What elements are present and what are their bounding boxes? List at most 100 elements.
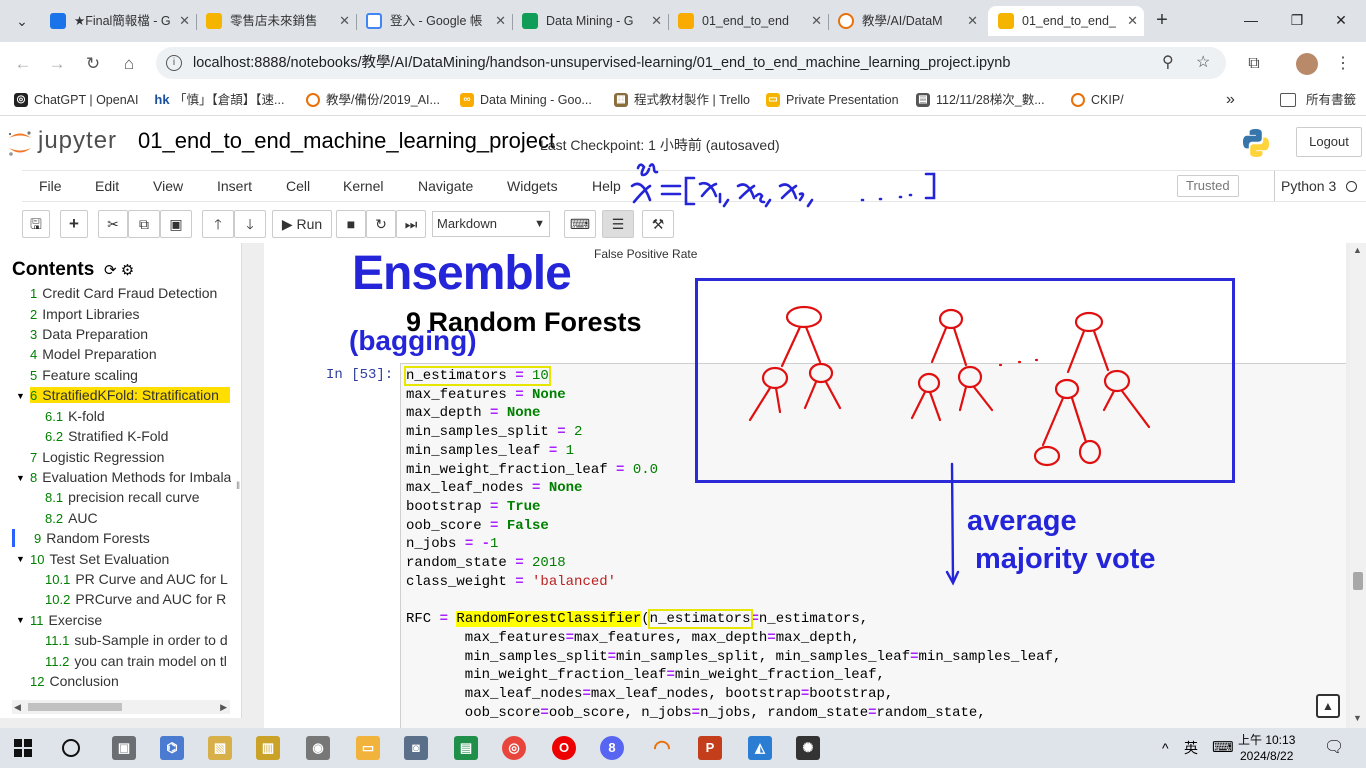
restore-button[interactable]: ❐ [1282, 8, 1312, 32]
scroll-to-top-button[interactable]: ▲ [1316, 694, 1340, 718]
camera-icon[interactable]: ◙ [404, 736, 428, 760]
camera-app-icon[interactable]: ◉ [306, 736, 330, 760]
scroll-up-icon[interactable]: ▲ [1353, 245, 1362, 255]
bookmarks-more-icon[interactable]: » [1226, 84, 1235, 116]
tab-search-icon[interactable]: ⌄ [10, 9, 34, 33]
back-button[interactable]: ← [10, 51, 36, 77]
toc-item[interactable]: 6.2 Stratified K-Fold [45, 428, 168, 444]
bookmark-item[interactable]: ∞ Data Mining - Goo... [460, 84, 592, 116]
ime-indicator[interactable]: 英 [1184, 728, 1198, 768]
save-icon[interactable]: 🖫 [22, 210, 50, 238]
more-menu-icon[interactable]: ⋮ [1330, 51, 1356, 77]
browser-tab[interactable]: 零售店未來銷售 ✕ [196, 6, 356, 36]
interrupt-icon[interactable]: ■ [336, 210, 366, 238]
spider-app-icon[interactable]: ✺ [796, 736, 820, 760]
notifications-icon[interactable]: 🗨 [1324, 728, 1344, 768]
scroll-thumb[interactable] [1353, 572, 1363, 590]
menu-cell[interactable]: Cell [286, 171, 310, 201]
resize-handle-icon[interactable]: ‖ [236, 481, 240, 492]
toc-toggle-icon[interactable]: ☰ [602, 210, 634, 238]
page-vertical-scrollbar[interactable]: ▲ ▼ [1350, 243, 1366, 728]
bookmark-item[interactable]: ▭ Private Presentation [766, 84, 899, 116]
restart-icon[interactable]: ↻ [366, 210, 396, 238]
menu-edit[interactable]: Edit [95, 171, 119, 201]
zoom-icon[interactable]: ⚲ [1162, 53, 1174, 73]
run-button[interactable]: ▶ Run [272, 210, 332, 238]
toc-item[interactable]: 8.1 precision recall curve [45, 489, 200, 505]
jupyter-taskbar-icon[interactable]: ◠ [650, 736, 674, 760]
bookmark-star-icon[interactable]: ☆ [1196, 53, 1210, 73]
menu-view[interactable]: View [153, 171, 183, 201]
toc-item[interactable]: 12 Conclusion [30, 673, 119, 689]
taskbar-clock[interactable]: 上午 10:13 2024/8/22 [1238, 732, 1295, 764]
minimize-button[interactable]: — [1236, 8, 1266, 32]
extensions-icon[interactable]: ⧉ [1241, 51, 1267, 77]
site-info-icon[interactable]: i [166, 55, 182, 71]
browser-tab[interactable]: 教學/AI/DataM ✕ [828, 6, 984, 36]
scroll-right-icon[interactable]: ▶ [220, 700, 227, 714]
toc-item[interactable]: 6.1 K-fold [45, 408, 105, 424]
new-tab-button[interactable]: + [1150, 8, 1174, 32]
menu-insert[interactable]: Insert [217, 171, 252, 201]
close-tab-icon[interactable]: ✕ [1127, 6, 1138, 36]
tray-expand-icon[interactable]: ^ [1162, 728, 1169, 768]
close-tab-icon[interactable]: ✕ [651, 6, 662, 36]
toc-item[interactable]: 8 Evaluation Methods for Imbala [30, 469, 231, 485]
bookmark-item[interactable]: ◎ ChatGPT | OpenAI [14, 84, 138, 116]
discord-icon[interactable]: 8 [600, 736, 624, 760]
browser-tab[interactable]: 登入 - Google 帳 ✕ [356, 6, 512, 36]
toc-item-highlighted[interactable]: 6 StratifiedKFold: Stratification [30, 387, 230, 403]
all-bookmarks-folder[interactable]: 所有書籤 [1280, 84, 1356, 116]
avatar[interactable] [1294, 51, 1320, 77]
notes-app-icon[interactable]: ▥ [256, 736, 280, 760]
gear-icon[interactable]: ⚙ [121, 262, 134, 279]
scroll-left-icon[interactable]: ◀ [14, 700, 21, 714]
toc-item[interactable]: 2 Import Libraries [30, 306, 140, 322]
jupyter-logo-icon[interactable] [6, 129, 34, 157]
menu-help[interactable]: Help [592, 171, 621, 201]
app-icon[interactable]: ▣ [112, 736, 136, 760]
file-explorer-icon[interactable]: ▭ [356, 736, 380, 760]
paste-icon[interactable]: ▣ [160, 210, 192, 238]
keyboard-layout-icon[interactable]: ⌨ [1212, 728, 1234, 768]
wrench-icon[interactable]: ⚒ [642, 210, 674, 238]
insert-cell-icon[interactable]: + [60, 210, 88, 238]
close-tab-icon[interactable]: ✕ [179, 6, 190, 36]
scroll-thumb[interactable] [28, 703, 122, 711]
forward-button[interactable]: → [44, 51, 70, 77]
browser-tab[interactable]: 01_end_to_end ✕ [668, 6, 828, 36]
collapse-triangle-icon[interactable]: ▼ [16, 473, 25, 483]
network-app-icon[interactable]: ⌬ [160, 736, 184, 760]
toc-item[interactable]: 4 Model Preparation [30, 346, 157, 362]
cell-type-select[interactable]: Markdown ▼ [432, 211, 550, 237]
close-tab-icon[interactable]: ✕ [967, 6, 978, 36]
menu-widgets[interactable]: Widgets [507, 171, 558, 201]
toc-horizontal-scrollbar[interactable]: ◀ ▶ [12, 700, 230, 714]
photos-app-icon[interactable]: ◭ [748, 736, 772, 760]
browser-tab-active[interactable]: 01_end_to_end_ ✕ [988, 6, 1144, 36]
restart-run-all-icon[interactable]: ⏭ [396, 210, 426, 238]
opera-icon[interactable]: O [552, 736, 576, 760]
menu-kernel[interactable]: Kernel [343, 171, 383, 201]
address-bar[interactable]: i localhost:8888/notebooks/教學/AI/DataMin… [156, 47, 1226, 79]
browser-tab[interactable]: ★Final簡報檔 - G ✕ [40, 6, 196, 36]
toc-item[interactable]: 7 Logistic Regression [30, 449, 164, 465]
bookmark-item[interactable]: CKIP/ [1071, 84, 1124, 116]
toc-item[interactable]: 8.2 AUC [45, 510, 98, 526]
refresh-icon[interactable]: ⟳ [104, 262, 117, 279]
close-window-button[interactable]: ✕ [1326, 8, 1356, 32]
close-tab-icon[interactable]: ✕ [811, 6, 822, 36]
toc-item[interactable]: 1 Credit Card Fraud Detection [30, 285, 217, 301]
bookmark-item[interactable]: hk 「慎」【倉頡】【速... [152, 84, 284, 116]
toc-item[interactable]: 11.2 you can train model on tl [45, 653, 231, 669]
home-icon[interactable]: ⌂ [116, 51, 142, 77]
url-text[interactable]: localhost:8888/notebooks/教學/AI/DataMinin… [193, 47, 1010, 79]
scroll-down-icon[interactable]: ▼ [1353, 713, 1362, 723]
toc-item[interactable]: 5 Feature scaling [30, 367, 138, 383]
move-down-icon[interactable]: 🡓 [234, 210, 266, 238]
move-up-icon[interactable]: 🡑 [202, 210, 234, 238]
notebook-name[interactable]: 01_end_to_end_machine_learning_project [138, 128, 555, 154]
classroom-icon[interactable]: ▤ [454, 736, 478, 760]
menu-file[interactable]: File [39, 171, 62, 201]
browser-tab[interactable]: Data Mining - G ✕ [512, 6, 668, 36]
